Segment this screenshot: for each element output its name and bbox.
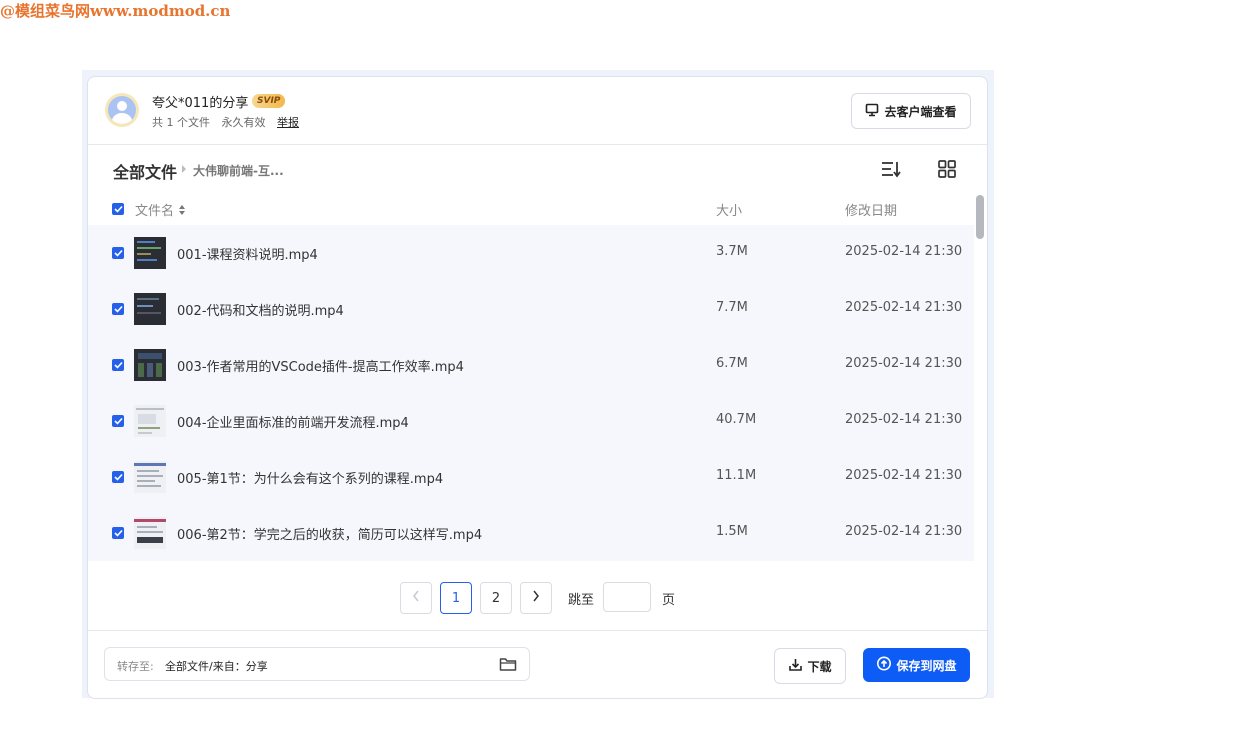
file-date: 2025-02-14 21:30 bbox=[845, 356, 963, 371]
row-checkbox[interactable] bbox=[112, 527, 124, 539]
video-thumbnail bbox=[134, 293, 166, 325]
file-name[interactable]: 003-作者常用的VSCode插件-提高工作效率.mp4 bbox=[177, 356, 464, 375]
row-checkbox[interactable] bbox=[112, 303, 124, 315]
scrollbar-thumb[interactable] bbox=[976, 195, 984, 239]
file-count: 共 1 个文件 bbox=[152, 116, 210, 129]
table-row[interactable]: 005-第1节：为什么会有这个系列的课程.mp4 11.1M 2025-02-1… bbox=[88, 449, 974, 505]
row-checkbox[interactable] bbox=[112, 415, 124, 427]
file-name[interactable]: 002-代码和文档的说明.mp4 bbox=[177, 300, 344, 319]
file-name[interactable]: 001-课程资料说明.mp4 bbox=[177, 244, 318, 263]
select-all-checkbox[interactable] bbox=[112, 203, 124, 215]
column-name-label: 文件名 bbox=[135, 204, 175, 219]
svip-badge: SVIP bbox=[252, 94, 286, 108]
jump-label: 跳至 bbox=[568, 593, 595, 608]
page-1-button[interactable]: 1 bbox=[440, 582, 472, 614]
save-location-label: 转存至: bbox=[117, 660, 154, 673]
monitor-icon bbox=[865, 103, 879, 120]
validity: 永久有效 bbox=[221, 116, 266, 129]
file-date: 2025-02-14 21:30 bbox=[845, 244, 963, 259]
prev-page-button[interactable] bbox=[400, 582, 432, 614]
video-thumbnail bbox=[134, 237, 166, 269]
chevron-left-icon bbox=[412, 590, 420, 606]
file-list: 001-课程资料说明.mp4 3.7M 2025-02-14 21:30 002… bbox=[88, 225, 974, 567]
file-date: 2025-02-14 21:30 bbox=[845, 468, 963, 483]
watermark: @模组菜鸟网www.modmod.cn bbox=[0, 2, 231, 20]
download-icon bbox=[788, 657, 803, 675]
report-link[interactable]: 举报 bbox=[277, 116, 299, 129]
table-row[interactable]: 003-作者常用的VSCode插件-提高工作效率.mp4 6.7M 2025-0… bbox=[88, 337, 974, 393]
file-size: 7.7M bbox=[716, 300, 748, 315]
row-checkbox[interactable] bbox=[112, 359, 124, 371]
download-label: 下载 bbox=[807, 659, 832, 674]
table-row[interactable]: 004-企业里面标准的前端开发流程.mp4 40.7M 2025-02-14 2… bbox=[88, 393, 974, 449]
breadcrumb-current[interactable]: 大伟聊前端-互... bbox=[193, 162, 284, 179]
file-date: 2025-02-14 21:30 bbox=[845, 300, 963, 315]
table-row[interactable]: 001-课程资料说明.mp4 3.7M 2025-02-14 21:30 bbox=[88, 225, 974, 281]
file-date: 2025-02-14 21:30 bbox=[845, 412, 963, 427]
file-name[interactable]: 006-第2节：学完之后的收获，简历可以这样写.mp4 bbox=[177, 524, 482, 543]
open-client-button[interactable]: 去客户端查看 bbox=[851, 93, 971, 129]
table-row[interactable]: 006-第2节：学完之后的收获，简历可以这样写.mp4 1.5M 2025-02… bbox=[88, 505, 974, 561]
next-page-button[interactable] bbox=[520, 582, 552, 614]
cloud-upload-icon bbox=[876, 656, 892, 674]
file-size: 11.1M bbox=[716, 468, 757, 483]
jump-page-input[interactable] bbox=[603, 582, 651, 612]
save-location-path: 全部文件/来自：分享 bbox=[165, 660, 268, 673]
table-header: 文件名 大小 修改日期 bbox=[88, 195, 974, 223]
open-client-label: 去客户端查看 bbox=[884, 104, 957, 119]
sort-icon[interactable] bbox=[880, 159, 902, 183]
breadcrumb-separator-icon bbox=[182, 165, 186, 173]
save-to-drive-button[interactable]: 保存到网盘 bbox=[863, 648, 970, 682]
column-date-header: 修改日期 bbox=[845, 204, 898, 219]
file-size: 3.7M bbox=[716, 244, 748, 259]
share-title: 夸父*011的分享 bbox=[152, 96, 249, 111]
video-thumbnail bbox=[134, 461, 166, 493]
row-checkbox[interactable] bbox=[112, 471, 124, 483]
video-thumbnail bbox=[134, 349, 166, 381]
row-checkbox[interactable] bbox=[112, 247, 124, 259]
save-to-drive-label: 保存到网盘 bbox=[896, 658, 957, 673]
video-thumbnail bbox=[134, 517, 166, 549]
user-icon bbox=[108, 96, 136, 124]
file-size: 1.5M bbox=[716, 524, 748, 539]
video-thumbnail bbox=[134, 405, 166, 437]
chevron-right-icon bbox=[532, 590, 540, 606]
file-name[interactable]: 004-企业里面标准的前端开发流程.mp4 bbox=[177, 412, 409, 431]
page-unit-label: 页 bbox=[662, 593, 676, 608]
file-size: 6.7M bbox=[716, 356, 748, 371]
download-button[interactable]: 下载 bbox=[774, 648, 846, 684]
grid-view-icon[interactable] bbox=[937, 159, 957, 183]
column-size-header: 大小 bbox=[716, 204, 743, 219]
file-size: 40.7M bbox=[716, 412, 757, 427]
share-header: 夸父*011的分享 SVIP 共 1 个文件 永久有效 举报 去客户端查看 bbox=[88, 77, 987, 145]
pagination: 1 2 跳至 页 bbox=[88, 582, 987, 614]
share-footer: 转存至: 全部文件/来自：分享 下载 保存到网盘 bbox=[88, 630, 987, 698]
table-row[interactable]: 002-代码和文档的说明.mp4 7.7M 2025-02-14 21:30 bbox=[88, 281, 974, 337]
avatar[interactable] bbox=[105, 93, 139, 127]
breadcrumb-root[interactable]: 全部文件 bbox=[113, 159, 177, 183]
file-name[interactable]: 005-第1节：为什么会有这个系列的课程.mp4 bbox=[177, 468, 443, 487]
save-location-field[interactable]: 转存至: 全部文件/来自：分享 bbox=[104, 647, 530, 681]
page-2-button[interactable]: 2 bbox=[480, 582, 512, 614]
share-card: 夸父*011的分享 SVIP 共 1 个文件 永久有效 举报 去客户端查看 全部… bbox=[87, 76, 988, 699]
file-date: 2025-02-14 21:30 bbox=[845, 524, 963, 539]
folder-icon[interactable] bbox=[499, 656, 517, 675]
share-meta: 共 1 个文件 永久有效 举报 bbox=[152, 114, 307, 130]
sort-toggle-icon bbox=[178, 204, 186, 220]
column-name-header[interactable]: 文件名 bbox=[135, 200, 186, 220]
